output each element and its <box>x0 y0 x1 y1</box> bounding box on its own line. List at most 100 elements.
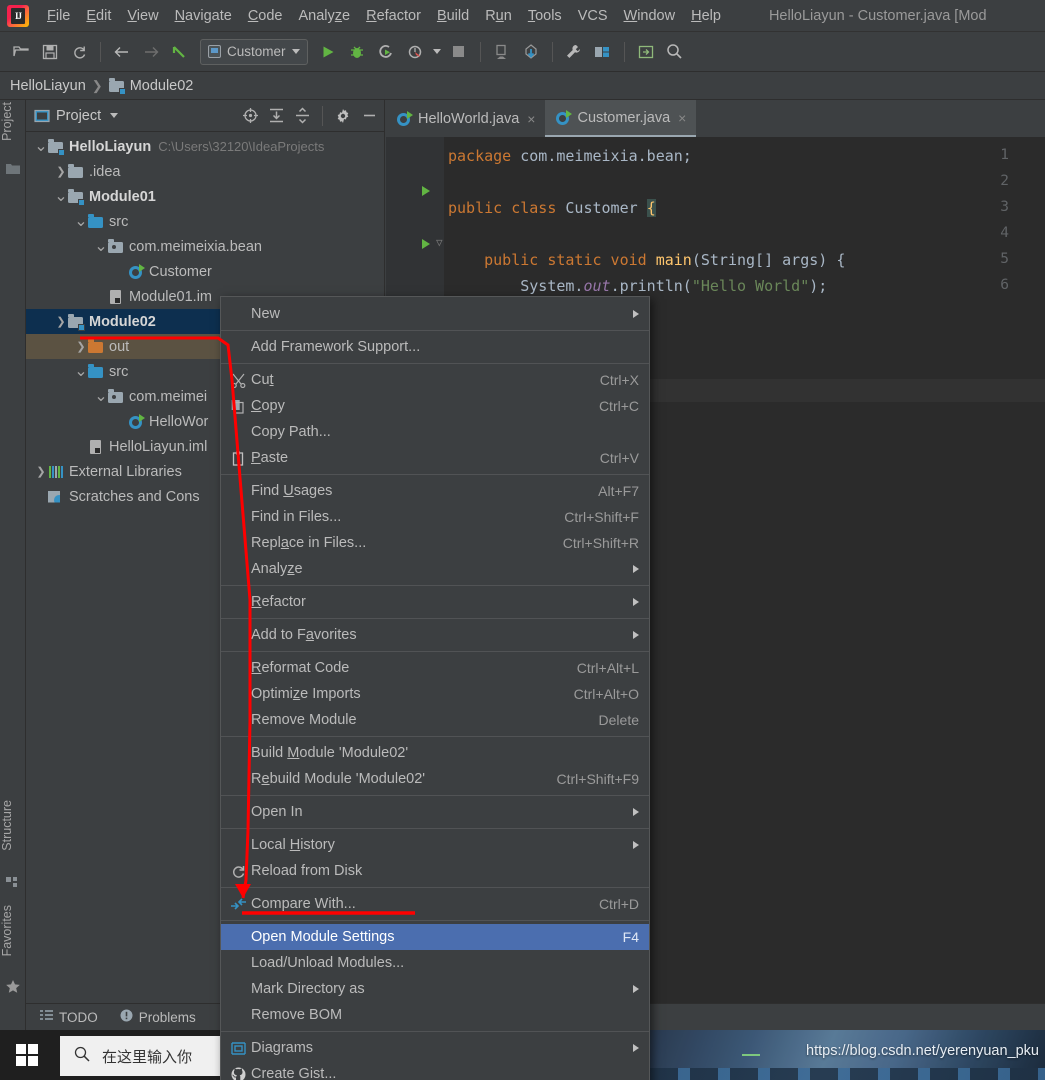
menu-file[interactable]: File <box>39 5 78 27</box>
search-everywhere-icon[interactable] <box>662 39 688 65</box>
locate-icon[interactable] <box>239 105 261 127</box>
menu-item-add-to-favorites[interactable]: Add to Favorites <box>221 622 649 648</box>
menu-refactor[interactable]: Refactor <box>358 5 429 27</box>
breadcrumb-item-module[interactable]: Module02 <box>108 77 193 95</box>
chevron-down-icon[interactable]: ⌄ <box>94 388 108 404</box>
windows-start-icon[interactable] <box>16 1044 38 1066</box>
menu-item-load-unload-modules[interactable]: Load/Unload Modules... <box>221 950 649 976</box>
profile-icon[interactable] <box>402 39 428 65</box>
chevron-right-icon[interactable]: ❯ <box>54 315 68 328</box>
tree-item-module01[interactable]: ⌄ Module01 <box>26 184 384 209</box>
chevron-right-icon[interactable]: ❯ <box>74 340 88 353</box>
menu-item-paste[interactable]: Paste Ctrl+V <box>221 445 649 471</box>
menu-analyze[interactable]: Analyze <box>291 5 359 27</box>
profile-dropdown-icon[interactable] <box>431 39 443 65</box>
save-all-icon[interactable] <box>37 39 63 65</box>
commit-icon[interactable] <box>518 39 544 65</box>
hide-icon[interactable] <box>358 105 380 127</box>
tree-item-idea[interactable]: ❯ .idea <box>26 159 384 184</box>
menu-window[interactable]: Window <box>616 5 684 27</box>
menu-code[interactable]: Code <box>240 5 291 27</box>
run-coverage-icon[interactable] <box>373 39 399 65</box>
menu-item-create-gist[interactable]: Create Gist... <box>221 1061 649 1080</box>
status-bar-todo[interactable]: TODO <box>40 1009 98 1025</box>
chevron-down-icon[interactable]: ⌄ <box>94 238 108 254</box>
chevron-right-icon[interactable]: ❯ <box>54 165 68 178</box>
menu-help[interactable]: Help <box>683 5 729 27</box>
editor-tab-customer-java[interactable]: Customer.java × <box>545 100 697 137</box>
menu-vcs[interactable]: VCS <box>570 5 616 27</box>
menu-build[interactable]: Build <box>429 5 477 27</box>
menu-item-cut[interactable]: Cut Ctrl+X <box>221 367 649 393</box>
run-gutter-icon-main[interactable] <box>422 239 430 249</box>
menu-item-remove-module[interactable]: Remove Module Delete <box>221 707 649 733</box>
menu-item-reload-from-disk[interactable]: Reload from Disk <box>221 858 649 884</box>
tree-item-com-meimeixia-bean[interactable]: ⌄ com.meimeixia.bean <box>26 234 384 259</box>
menu-item-add-framework-support[interactable]: Add Framework Support... <box>221 334 649 360</box>
collapse-all-icon[interactable] <box>291 105 313 127</box>
menu-item-analyze[interactable]: Analyze <box>221 556 649 582</box>
project-panel-title[interactable]: Project <box>34 108 119 124</box>
module-folder-icon <box>48 138 65 156</box>
menu-item-compare-with[interactable]: Compare With... Ctrl+D <box>221 891 649 917</box>
menu-navigate[interactable]: Navigate <box>167 5 240 27</box>
tree-item-customer[interactable]: Customer <box>26 259 384 284</box>
menu-item-find-usages[interactable]: Find Usages Alt+F7 <box>221 478 649 504</box>
menu-item-reformat-code[interactable]: Reformat Code Ctrl+Alt+L <box>221 655 649 681</box>
stripe-button-favorites[interactable]: Favorites <box>0 905 26 956</box>
select-target-icon[interactable] <box>633 39 659 65</box>
menu-item-rebuild-module-module02[interactable]: Rebuild Module 'Module02' Ctrl+Shift+F9 <box>221 766 649 792</box>
menu-edit[interactable]: Edit <box>78 5 119 27</box>
settings-wrench-icon[interactable] <box>561 39 587 65</box>
chevron-down-icon[interactable]: ⌄ <box>34 138 48 154</box>
expand-all-icon[interactable] <box>265 105 287 127</box>
menu-item-find-in-files[interactable]: Find in Files... Ctrl+Shift+F <box>221 504 649 530</box>
menu-item-refactor[interactable]: Refactor <box>221 589 649 615</box>
menu-item-remove-bom[interactable]: Remove BOM <box>221 1002 649 1028</box>
tree-item-helloliayun[interactable]: ⌄ HelloLiayun C:\Users\32120\IdeaProjects <box>26 134 384 159</box>
stop-icon[interactable] <box>446 39 472 65</box>
code-fold-icon[interactable]: ▽ <box>436 236 443 249</box>
menu-item-copy-path[interactable]: Copy Path... <box>221 419 649 445</box>
stripe-button-structure[interactable]: Structure <box>0 800 26 851</box>
menu-item-local-history[interactable]: Local History <box>221 832 649 858</box>
close-icon[interactable]: × <box>527 111 535 127</box>
tree-item-label: Module01.im <box>129 288 213 305</box>
project-structure-icon[interactable] <box>590 39 616 65</box>
menu-tools[interactable]: Tools <box>520 5 570 27</box>
undo-icon[interactable] <box>167 39 193 65</box>
chevron-down-icon[interactable]: ⌄ <box>74 363 88 379</box>
chevron-down-icon[interactable]: ⌄ <box>74 213 88 229</box>
menu-view[interactable]: View <box>119 5 166 27</box>
menu-item-replace-in-files[interactable]: Replace in Files... Ctrl+Shift+R <box>221 530 649 556</box>
update-project-icon[interactable] <box>489 39 515 65</box>
chevron-right-icon[interactable]: ❯ <box>34 465 48 478</box>
stripe-button-project[interactable]: Project <box>0 102 26 141</box>
editor-tab-helloworld-java[interactable]: HelloWorld.java × <box>386 100 545 137</box>
status-bar-problems[interactable]: Problems <box>120 1009 196 1025</box>
close-icon[interactable]: × <box>678 110 686 126</box>
breadcrumb-item-project[interactable]: HelloLiayun <box>10 78 86 94</box>
menu-item-optimize-imports[interactable]: Optimize Imports Ctrl+Alt+O <box>221 681 649 707</box>
menu-item-mark-directory-as[interactable]: Mark Directory as <box>221 976 649 1002</box>
tree-item-src[interactable]: ⌄ src <box>26 209 384 234</box>
debug-icon[interactable] <box>344 39 370 65</box>
menu-item-copy[interactable]: Copy Ctrl+C <box>221 393 649 419</box>
open-folder-icon[interactable] <box>8 39 34 65</box>
menu-item-diagrams[interactable]: Diagrams <box>221 1035 649 1061</box>
run-gutter-icon-class[interactable] <box>422 186 430 196</box>
reload-icon <box>231 864 251 879</box>
sync-icon[interactable] <box>66 39 92 65</box>
menu-run[interactable]: Run <box>477 5 520 27</box>
gear-icon[interactable] <box>332 105 354 127</box>
menu-item-build-module-module02[interactable]: Build Module 'Module02' <box>221 740 649 766</box>
chevron-down-icon[interactable]: ⌄ <box>54 188 68 204</box>
run-icon[interactable] <box>315 39 341 65</box>
forward-arrow-icon[interactable] <box>138 39 164 65</box>
menu-item-open-in[interactable]: Open In <box>221 799 649 825</box>
run-configuration-selector[interactable]: Customer <box>200 38 308 65</box>
line-number: 6 <box>1000 277 1009 293</box>
menu-item-open-module-settings[interactable]: Open Module Settings F4 <box>221 924 649 950</box>
back-arrow-icon[interactable] <box>109 39 135 65</box>
menu-item-new[interactable]: New <box>221 301 649 327</box>
